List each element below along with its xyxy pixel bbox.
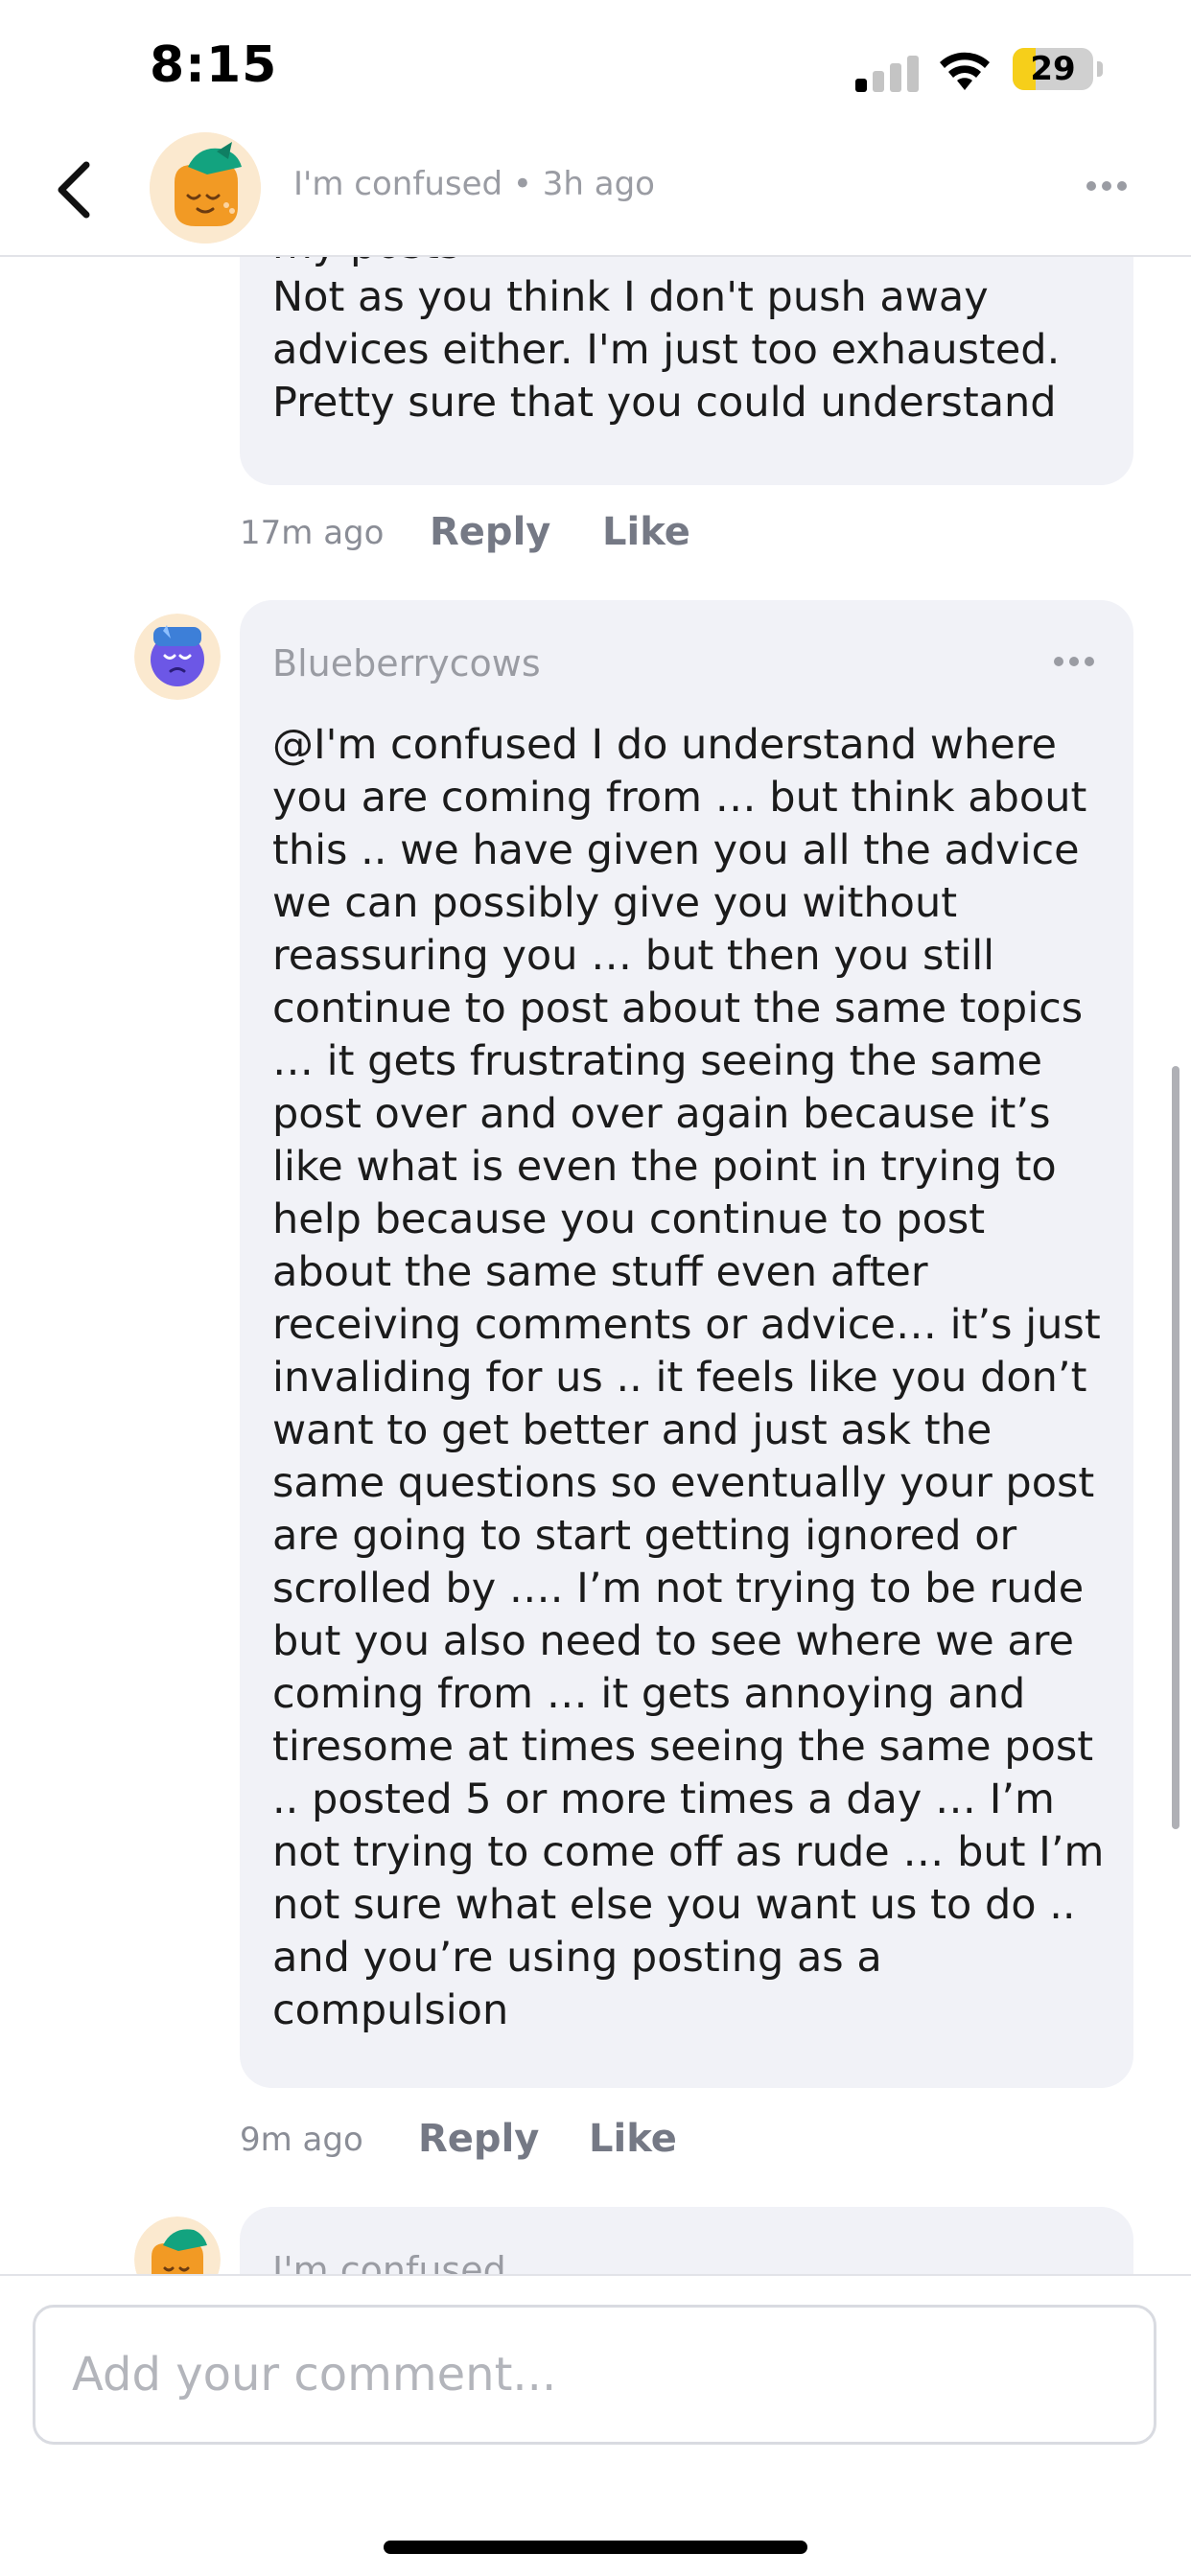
comment-text: my posts Not as you think I don't push a…: [272, 257, 1061, 427]
comment-username[interactable]: Blueberrycows: [272, 642, 541, 685]
battery-level: 29: [1030, 50, 1076, 88]
more-options-button[interactable]: [1084, 174, 1130, 197]
status-time: 8:15: [150, 36, 278, 94]
commenter-avatar[interactable]: [134, 2216, 221, 2274]
post-author[interactable]: I'm confused: [293, 165, 502, 203]
post-time: 3h ago: [542, 165, 655, 203]
comment-time: 9m ago: [240, 2121, 363, 2159]
comment-username[interactable]: I'm confused: [272, 2249, 506, 2274]
comment-input[interactable]: [33, 2305, 1156, 2445]
back-button[interactable]: [42, 155, 111, 224]
reply-button[interactable]: Reply: [430, 510, 550, 554]
author-avatar[interactable]: [150, 132, 261, 244]
orange-character-icon: [134, 2216, 221, 2274]
comment-bubble: my posts Not as you think I don't push a…: [240, 257, 1133, 485]
status-bar: 8:15 29: [0, 0, 1191, 134]
comment-bubble: I'm confused: [240, 2207, 1133, 2274]
like-button[interactable]: Like: [602, 510, 690, 554]
post-meta: I'm confused • 3h ago: [293, 165, 655, 203]
reply-button[interactable]: Reply: [418, 2117, 539, 2161]
wifi-icon: [940, 52, 990, 90]
battery-tip: [1097, 61, 1103, 77]
comment-more-button[interactable]: [1051, 652, 1097, 671]
commenter-avatar[interactable]: [134, 614, 221, 700]
cellular-signal-icon: [855, 54, 922, 92]
like-button[interactable]: Like: [589, 2117, 677, 2161]
comment-actions: 17m ago Reply Like: [240, 510, 815, 568]
blueberry-character-icon: [134, 614, 221, 700]
battery-icon: 29: [1013, 48, 1093, 90]
meta-separator: •: [512, 165, 532, 203]
comment-text: @I'm confused I do understand where you …: [272, 721, 1105, 2034]
comments-feed[interactable]: my posts Not as you think I don't push a…: [0, 257, 1191, 2274]
comment-actions: 9m ago Reply Like: [240, 2117, 815, 2174]
comment-bubble: Blueberrycows @I'm confused I do underst…: [240, 600, 1133, 2088]
home-indicator[interactable]: [384, 2541, 807, 2554]
post-header: I'm confused • 3h ago: [0, 123, 1191, 257]
scrollbar[interactable]: [1172, 1066, 1179, 1829]
comment-time: 17m ago: [240, 514, 385, 552]
comment-composer: [0, 2274, 1191, 2576]
orange-character-icon: [150, 132, 261, 244]
